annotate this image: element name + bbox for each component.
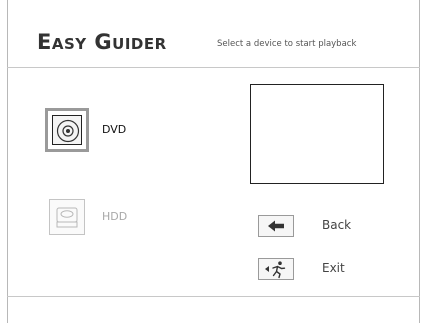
exit-label[interactable]: Exit (322, 261, 345, 275)
left-arrow-icon (268, 220, 284, 232)
frame-left-border (7, 0, 8, 323)
dvd-device-label[interactable]: DVD (102, 123, 126, 136)
hard-disk-icon (56, 207, 78, 228)
exit-runner-icon (265, 261, 286, 279)
exit-button[interactable] (258, 258, 294, 280)
hdd-device-button[interactable] (49, 199, 85, 235)
dvd-device-button[interactable] (45, 108, 89, 152)
back-label[interactable]: Back (322, 218, 351, 232)
app-title: Easy Guider (37, 30, 167, 54)
frame-right-border (419, 0, 420, 323)
dvd-disc-icon (52, 115, 82, 145)
header-divider (7, 67, 420, 68)
preview-panel (250, 84, 384, 184)
instruction-text: Select a device to start playback (217, 39, 357, 49)
hdd-device-label[interactable]: HDD (102, 210, 127, 223)
back-button[interactable] (258, 215, 294, 237)
footer-divider (7, 296, 420, 297)
